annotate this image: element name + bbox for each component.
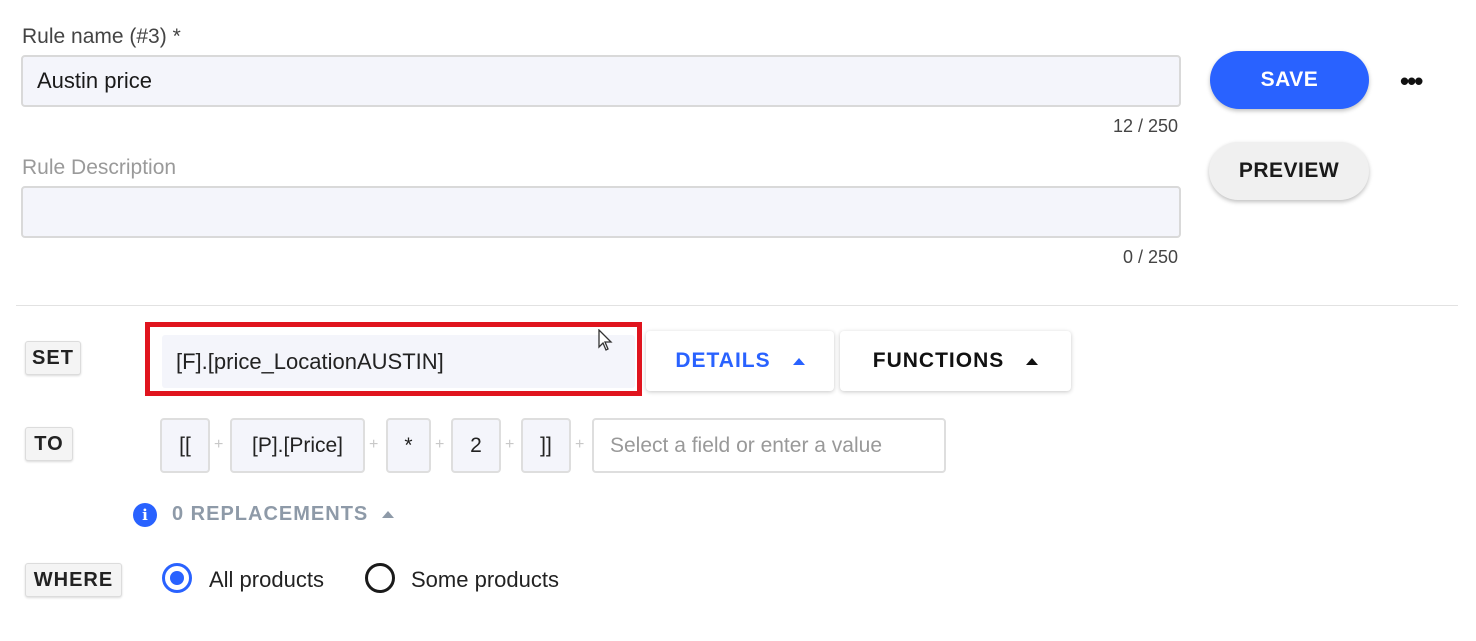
plus-separator: + (214, 436, 224, 453)
save-button[interactable]: SAVE (1210, 51, 1369, 109)
plus-separator: + (575, 436, 585, 453)
token-close-bracket[interactable]: ]] (521, 418, 571, 473)
set-field-value: [F].[price_LocationAUSTIN] (176, 348, 444, 374)
some-products-radio[interactable] (365, 563, 395, 593)
rule-name-label: Rule name (#3) * (22, 25, 181, 48)
chevron-up-icon (1026, 357, 1039, 365)
all-products-radio[interactable] (162, 563, 192, 593)
info-icon: i (133, 503, 157, 527)
preview-button[interactable]: PREVIEW (1209, 142, 1369, 200)
where-tag: WHERE (25, 563, 122, 597)
details-button[interactable]: DETAILS (646, 331, 834, 391)
chevron-up-icon (792, 357, 805, 365)
details-label: DETAILS (675, 349, 771, 372)
section-divider (16, 305, 1458, 306)
all-products-label[interactable]: All products (209, 567, 324, 593)
some-products-label[interactable]: Some products (411, 567, 559, 593)
set-tag: SET (25, 341, 81, 375)
token-multiply[interactable]: * (386, 418, 431, 473)
plus-separator: + (369, 436, 379, 453)
rule-description-input[interactable] (21, 186, 1181, 238)
to-tag: TO (25, 427, 73, 461)
rule-description-counter: 0 / 250 (1122, 247, 1178, 267)
radio-dot (170, 571, 184, 585)
chevron-up-icon (382, 511, 395, 518)
more-options-icon[interactable]: ••• (1400, 66, 1423, 97)
rule-name-value: Austin price (37, 68, 152, 93)
functions-button[interactable]: FUNCTIONS (840, 331, 1071, 391)
replacements-toggle[interactable]: 0 REPLACEMENTS (172, 503, 395, 526)
rule-name-counter: 12 / 250 (1112, 116, 1178, 136)
rule-description-label: Rule Description (22, 156, 177, 179)
set-field-input[interactable]: [F].[price_LocationAUSTIN] (162, 335, 635, 388)
rule-name-input[interactable]: Austin price (21, 55, 1181, 107)
functions-label: FUNCTIONS (872, 349, 1005, 372)
mouse-cursor-icon (598, 329, 613, 351)
token-open-bracket[interactable]: [[ (160, 418, 210, 473)
plus-separator: + (435, 436, 445, 453)
plus-separator: + (505, 436, 515, 453)
value-select-placeholder: Select a field or enter a value (610, 433, 882, 457)
replacements-label: 0 REPLACEMENTS (172, 503, 369, 525)
token-number[interactable]: 2 (451, 418, 501, 473)
token-price-field[interactable]: [P].[Price] (230, 418, 365, 473)
value-select-input[interactable]: Select a field or enter a value (592, 418, 946, 473)
